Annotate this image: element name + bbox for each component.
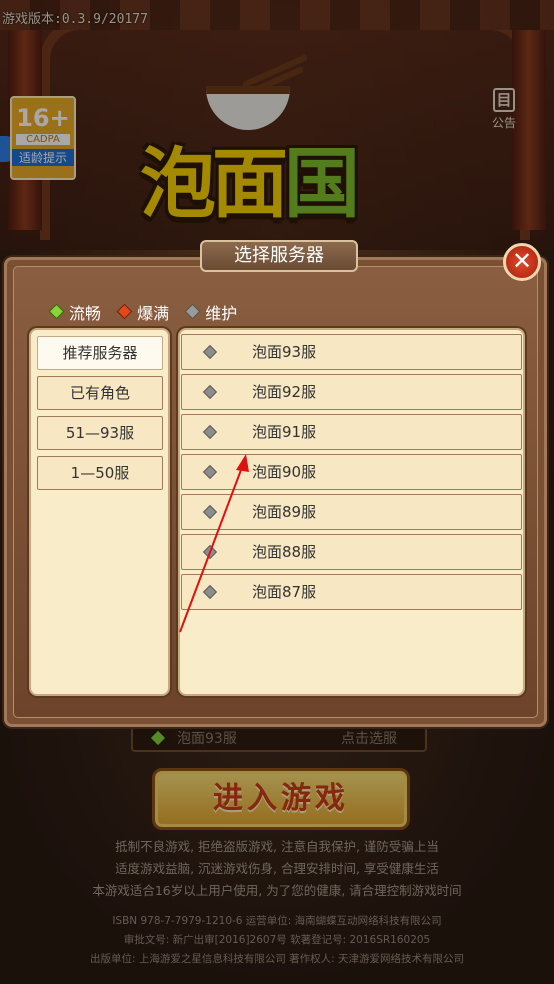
server-row[interactable]: 泡面91服 (181, 414, 522, 450)
maintenance-status-icon (202, 464, 218, 480)
maintenance-status-icon (186, 305, 200, 318)
dialog-title: 选择服务器 (234, 245, 324, 266)
server-name: 泡面88服 (252, 543, 317, 561)
legend-full: 爆满 (118, 300, 170, 324)
server-name: 泡面92服 (252, 383, 317, 401)
server-name: 泡面87服 (252, 583, 317, 601)
maintenance-status-icon (202, 384, 218, 400)
legend-smooth: 流畅 (50, 300, 102, 324)
status-legend: 流畅 爆满 维护 (50, 300, 251, 324)
legend-label: 爆满 (137, 304, 170, 323)
maintenance-status-icon (202, 544, 218, 560)
server-row[interactable]: 泡面87服 (181, 574, 522, 610)
category-my-characters[interactable]: 已有角色 (37, 376, 163, 410)
server-row[interactable]: 泡面89服 (181, 494, 522, 530)
server-row[interactable]: 泡面92服 (181, 374, 522, 410)
maintenance-status-icon (202, 344, 218, 360)
server-row[interactable]: 泡面88服 (181, 534, 522, 570)
server-category-list: 推荐服务器 已有角色 51—93服 1—50服 (29, 328, 170, 696)
category-51-93[interactable]: 51—93服 (37, 416, 163, 450)
server-list: 泡面93服 泡面92服 泡面91服 泡面90服 泡面89服 泡面88服 泡面87… (178, 328, 525, 696)
legend-label: 维护 (205, 304, 238, 323)
category-1-50[interactable]: 1—50服 (37, 456, 163, 490)
server-name: 泡面91服 (252, 423, 317, 441)
server-row[interactable]: 泡面93服 (181, 334, 522, 370)
server-row[interactable]: 泡面90服 (181, 454, 522, 490)
full-status-icon (118, 305, 131, 318)
maintenance-status-icon (202, 424, 218, 440)
smooth-status-icon (50, 305, 63, 318)
close-button[interactable]: ✕ (503, 243, 541, 281)
server-name: 泡面90服 (252, 463, 317, 481)
maintenance-status-icon (202, 504, 218, 520)
legend-maintenance: 维护 (186, 300, 238, 324)
maintenance-status-icon (202, 584, 218, 600)
category-recommended[interactable]: 推荐服务器 (37, 336, 163, 370)
legend-label: 流畅 (69, 304, 102, 323)
dialog-title-plate: 选择服务器 (200, 240, 358, 272)
server-name: 泡面89服 (252, 503, 317, 521)
server-name: 泡面93服 (252, 343, 317, 361)
